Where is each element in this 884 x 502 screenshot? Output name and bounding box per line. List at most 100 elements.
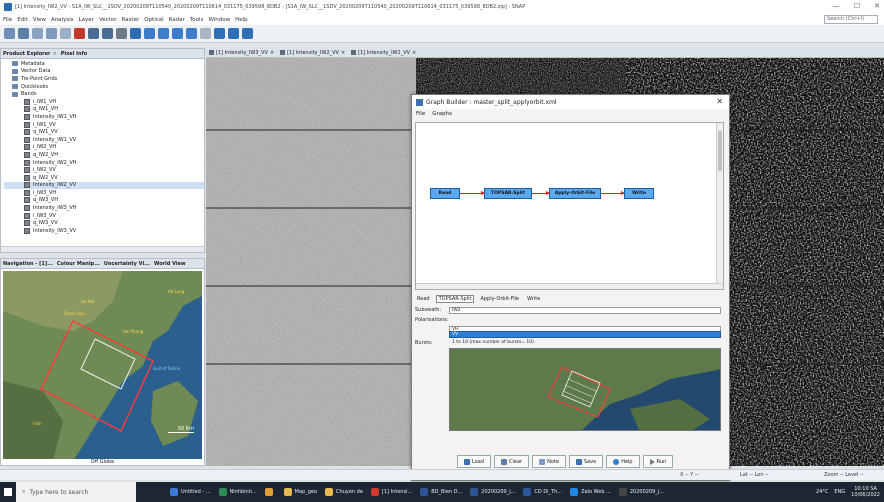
clear-button[interactable]: Clear <box>494 455 530 468</box>
tree-band-item[interactable]: i_IW3_VH <box>4 189 204 197</box>
tree-folder-item[interactable]: Vector Data <box>4 68 204 76</box>
tree-band-item[interactable]: q_IW2_VV <box>4 174 204 182</box>
tree-band-item[interactable]: i_IW1_VV <box>4 121 204 129</box>
tree-band-item[interactable]: i_IW2_VV <box>4 166 204 174</box>
tree-folder-item[interactable]: Bands <box>4 90 204 98</box>
menu-radar[interactable]: Radar <box>169 17 185 23</box>
system-clock[interactable]: 10:10 SA 10/06/2022 <box>851 486 880 498</box>
taskbar-app[interactable] <box>261 482 280 502</box>
help-button[interactable]: Help <box>606 455 640 468</box>
menu-raster[interactable]: Raster <box>121 17 139 23</box>
taskbar-app[interactable]: Zalo Web ... <box>566 482 615 502</box>
tree-band-item[interactable]: i_IW2_VH <box>4 144 204 152</box>
range-icon[interactable] <box>200 28 211 39</box>
pin-icon[interactable] <box>74 28 85 39</box>
tab-world-view[interactable]: World View <box>154 261 186 267</box>
menu-window[interactable]: Window <box>208 17 230 23</box>
layout-2-icon[interactable] <box>228 28 239 39</box>
select-icon[interactable] <box>130 28 141 39</box>
search-input[interactable]: Search (Ctrl+I) <box>824 15 878 24</box>
burst-preview-map[interactable] <box>449 348 721 431</box>
graph-canvas[interactable]: Read TOPSAR-Split Apply-Orbit-File Write <box>415 122 724 290</box>
tree-band-item[interactable]: Intensity_IW2_VV <box>4 181 204 190</box>
node-read[interactable]: Read <box>430 188 460 199</box>
menu-file[interactable]: File <box>3 17 12 23</box>
taskbar-app[interactable]: CD Di_Th... <box>519 482 566 502</box>
save-button[interactable]: Save <box>568 455 604 468</box>
tab-navigation[interactable]: Navigation - [1]... <box>3 261 53 267</box>
tab-intensity-iw1-vv[interactable]: [1] Intensity_IW1_VV × <box>351 50 416 56</box>
tree-band-item[interactable]: q_IW2_VH <box>4 151 204 159</box>
menu-edit[interactable]: Edit <box>17 17 28 23</box>
note-button[interactable]: Note <box>532 455 566 468</box>
layout-1-icon[interactable] <box>214 28 225 39</box>
tab-product-explorer[interactable]: Product Explorer × <box>3 51 57 57</box>
pan-icon[interactable] <box>116 28 127 39</box>
graph-scroll-thumb[interactable] <box>718 131 722 171</box>
polarisation-option-vv[interactable]: VV <box>449 331 721 338</box>
polygon-icon[interactable] <box>158 28 169 39</box>
node-apply-orbit-file[interactable]: Apply-Orbit-File <box>549 188 601 199</box>
tree-folder-item[interactable]: Tie-Point Grids <box>4 75 204 83</box>
ellipse-icon[interactable] <box>172 28 183 39</box>
load-button[interactable]: Load <box>457 455 491 468</box>
menu-vector[interactable]: Vector <box>99 17 117 23</box>
menu-analysis[interactable]: Analysis <box>51 17 74 23</box>
close-button[interactable]: ✕ <box>874 2 880 10</box>
tree-band-item[interactable]: Intensity_IW3_VV <box>4 227 204 235</box>
graph-horizontal-scrollbar[interactable] <box>416 283 723 289</box>
node-write[interactable]: Write <box>624 188 654 199</box>
tree-band-item[interactable]: Intensity_IW3_VH <box>4 204 204 212</box>
rectangle-icon[interactable] <box>186 28 197 39</box>
band-maths-icon[interactable] <box>60 28 71 39</box>
taskbar-app[interactable]: Map_geo <box>280 482 321 502</box>
menu-help[interactable]: Help <box>235 17 248 23</box>
weather-temp[interactable]: 24°C <box>816 489 828 495</box>
subswath-select[interactable]: IW2 <box>449 307 721 314</box>
minimize-button[interactable]: — <box>833 2 840 10</box>
op-tab-write[interactable]: Write <box>525 296 542 302</box>
graph-icon[interactable] <box>32 28 43 39</box>
input-language[interactable]: ENG <box>834 489 845 495</box>
taskbar-app[interactable]: Ninhbinh... <box>215 482 261 502</box>
open-product-icon[interactable] <box>4 28 15 39</box>
tree-band-item[interactable]: Intensity_IW1_VV <box>4 136 204 144</box>
bursts-range[interactable]: 1 to 10 (max number of bursts= 10) <box>452 340 534 345</box>
graph-menu-graphs[interactable]: Graphs <box>432 111 452 117</box>
line-icon[interactable] <box>144 28 155 39</box>
taskbar-app[interactable]: 20200209_j... <box>466 482 519 502</box>
start-button[interactable] <box>0 482 16 502</box>
taskbar-search[interactable]: ⌕ Type here to search <box>16 482 136 502</box>
tab-uncertainty[interactable]: Uncertainty Vi... <box>104 261 150 267</box>
menu-layer[interactable]: Layer <box>79 17 94 23</box>
run-button[interactable]: Run <box>642 455 674 468</box>
menu-view[interactable]: View <box>33 17 46 23</box>
graph-vertical-scrollbar[interactable] <box>716 123 723 289</box>
op-tab-topsar-split[interactable]: TOPSAR-Split <box>435 294 475 303</box>
tree-band-item[interactable]: Intensity_IW1_VH <box>4 113 204 121</box>
tree-band-item[interactable]: q_IW3_VV <box>4 219 204 227</box>
tab-pixel-info[interactable]: Pixel Info <box>61 51 87 57</box>
tab-intensity-iw3-vv[interactable]: [1] Intensity_IW3_VV × <box>209 50 274 56</box>
tab-intensity-iw2-vv[interactable]: [1] Intensity_IW2_VV × <box>280 50 345 56</box>
op-tab-read[interactable]: Read <box>415 296 432 302</box>
tree-band-item[interactable]: q_IW1_VH <box>4 106 204 114</box>
taskbar-app[interactable]: 20200209_j... <box>615 482 668 502</box>
tree-band-item[interactable]: i_IW3_VV <box>4 212 204 220</box>
tree-horizontal-scrollbar[interactable] <box>1 246 204 252</box>
node-topsar-split[interactable]: TOPSAR-Split <box>484 188 532 199</box>
save-icon[interactable] <box>18 28 29 39</box>
tree-band-item[interactable]: q_IW3_VH <box>4 197 204 205</box>
taskbar-app[interactable]: BD_Bien D... <box>416 482 466 502</box>
taskbar-app[interactable]: Untitled - ... <box>166 482 215 502</box>
menu-tools[interactable]: Tools <box>190 17 204 23</box>
batch-icon[interactable] <box>46 28 57 39</box>
maximize-button[interactable]: ☐ <box>854 2 860 10</box>
tree-band-item[interactable]: i_IW1_VH <box>4 98 204 106</box>
tab-colour-manipulation[interactable]: Colour Manip... <box>57 261 100 267</box>
graph-menu-file[interactable]: File <box>416 111 425 117</box>
tree-folder-item[interactable]: Metadata <box>4 60 204 68</box>
close-icon[interactable]: ✕ <box>716 97 723 106</box>
zoom-in-icon[interactable] <box>88 28 99 39</box>
zoom-out-icon[interactable] <box>102 28 113 39</box>
